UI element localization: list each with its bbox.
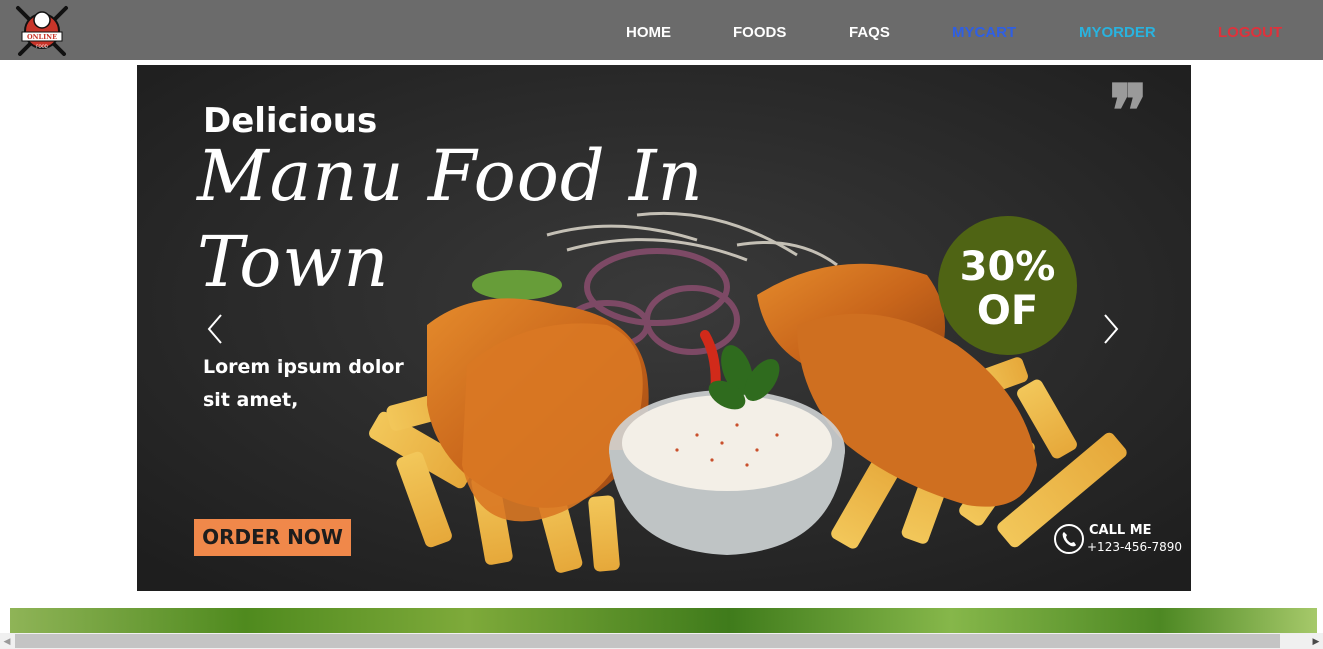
nav-logout-link[interactable]: LOGOUT <box>1218 24 1282 41</box>
phone-icon <box>1054 524 1084 554</box>
quote-mark-icon: ❞ <box>1109 68 1148 153</box>
discount-badge: 30% OF <box>938 216 1077 355</box>
svg-text:FOOD: FOOD <box>36 44 48 49</box>
banner-headline-line2: Town <box>197 221 390 303</box>
carousel-next-chevron-icon[interactable] <box>1099 311 1123 347</box>
nav-home-link[interactable]: HOME <box>626 24 671 41</box>
carousel-prev-chevron-icon[interactable] <box>203 311 227 347</box>
nav-myorder-link[interactable]: MYORDER <box>1079 24 1156 41</box>
banner-headline-line1: Manu Food In <box>197 135 704 217</box>
site-logo[interactable]: ONLINE FOOD <box>14 4 70 56</box>
nav-foods-link[interactable]: FOODS <box>733 24 786 41</box>
banner-subtext: Lorem ipsum dolor sit amet, <box>203 356 404 411</box>
top-navbar: ONLINE FOOD HOME FOODS FAQS MYCART MYORD… <box>0 0 1323 60</box>
phone-number: +123-456-7890 <box>1087 540 1183 554</box>
order-now-button[interactable]: ORDER NOW <box>194 519 351 556</box>
horizontal-scrollbar[interactable]: ◀ ▶ <box>0 633 1323 649</box>
nav-mycart-link[interactable]: MYCART <box>952 24 1016 41</box>
discount-percent: 30% <box>959 244 1056 290</box>
scroll-right-arrow-icon[interactable]: ▶ <box>1309 633 1323 649</box>
hero-banner-slide: ❞ Delicious Manu Food In Town Lorem ipsu… <box>137 65 1191 591</box>
call-me-label: CALL ME <box>1089 523 1152 538</box>
scrollbar-thumb[interactable] <box>15 634 1280 648</box>
nav-faqs-link[interactable]: FAQS <box>849 24 890 41</box>
discount-of-label: OF <box>976 288 1039 334</box>
scroll-left-arrow-icon[interactable]: ◀ <box>0 633 14 649</box>
svg-text:ONLINE: ONLINE <box>27 33 57 41</box>
